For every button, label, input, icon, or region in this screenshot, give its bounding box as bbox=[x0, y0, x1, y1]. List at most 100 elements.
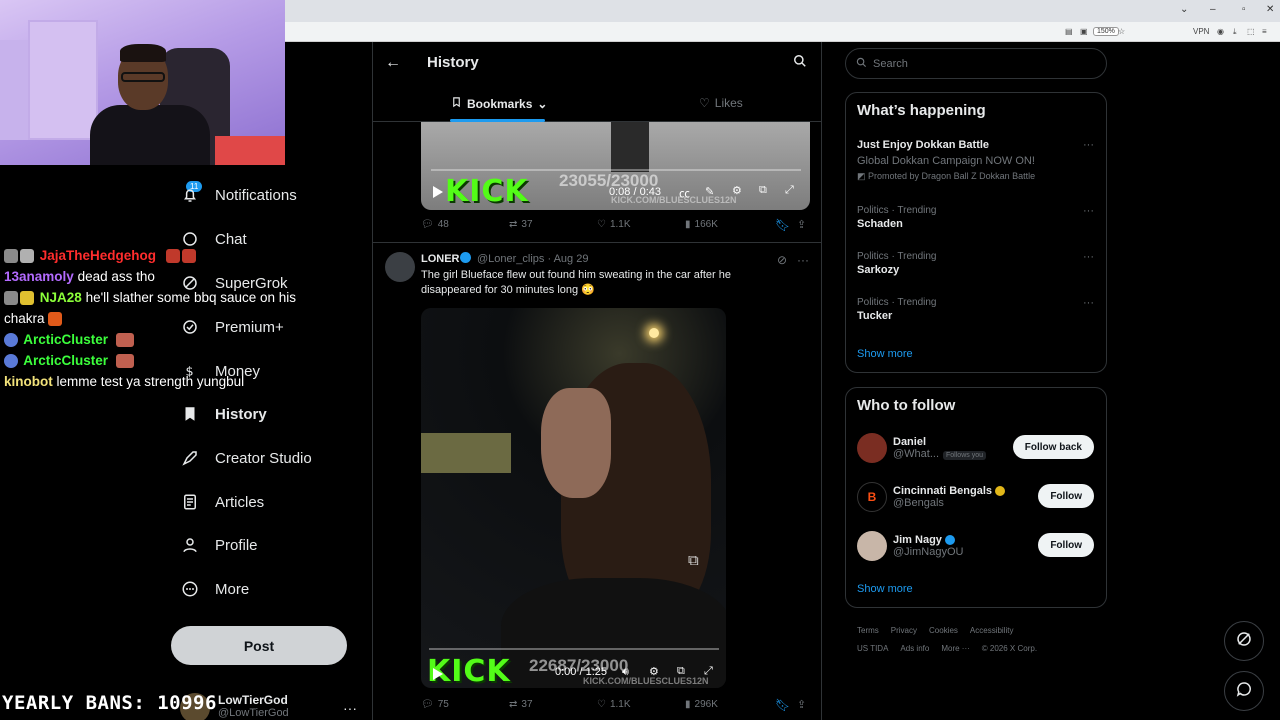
tab-list-chevron-icon[interactable]: ⌄ bbox=[1180, 4, 1188, 15]
pip-icon[interactable]: ⧉ bbox=[688, 552, 699, 569]
repost-button[interactable]: ⇄ 37 bbox=[509, 219, 533, 230]
follow-suggestion[interactable]: Jim Nagy @JimNagyOU bbox=[857, 531, 963, 561]
extensions-icon[interactable]: ⬚ bbox=[1247, 27, 1255, 36]
follow-suggestion[interactable]: B Cincinnati Bengals @Bengals bbox=[857, 482, 1006, 512]
trend-item[interactable]: Politics · Trending Tucker bbox=[857, 297, 936, 322]
reply-count: 75 bbox=[437, 699, 449, 710]
menu-icon[interactable]: ≡ bbox=[1262, 27, 1267, 36]
more-icon[interactable]: ··· bbox=[1083, 251, 1094, 263]
search-input[interactable]: Search bbox=[845, 48, 1107, 79]
share-button[interactable]: ⇪ bbox=[797, 698, 806, 711]
reply-button[interactable]: 💬︎ 75 bbox=[421, 699, 449, 710]
footer-link[interactable]: Accessibility bbox=[970, 626, 1014, 635]
show-more-link[interactable]: Show more bbox=[857, 348, 913, 360]
trend-topic: Tucker bbox=[857, 310, 893, 322]
mute-icon[interactable]: ✎ bbox=[705, 185, 714, 198]
follow-suggestion[interactable]: Daniel @What... Follows you bbox=[857, 433, 986, 463]
captions-icon[interactable]: ㏄ bbox=[679, 185, 690, 201]
footer-link[interactable]: More ··· bbox=[941, 644, 969, 653]
nav-profile[interactable]: Profile bbox=[179, 534, 258, 556]
footer-link[interactable]: US TIDA bbox=[857, 644, 888, 653]
maximize-icon[interactable]: ▫ bbox=[1242, 4, 1246, 15]
bookmark-star-icon[interactable]: ☆ bbox=[1118, 27, 1125, 36]
search-icon[interactable] bbox=[793, 54, 807, 73]
promoted-trend[interactable]: Just Enjoy Dokkan Battle Global Dokkan C… bbox=[857, 139, 1035, 182]
back-arrow-icon[interactable]: ← bbox=[385, 54, 401, 72]
more-icon[interactable]: ··· bbox=[1083, 205, 1094, 217]
nav-label: Profile bbox=[215, 536, 258, 554]
trend-item[interactable]: Politics · Trending Sarkozy bbox=[857, 251, 936, 276]
follow-back-button[interactable]: Follow back bbox=[1012, 435, 1094, 459]
account-more-icon[interactable]: ··· bbox=[343, 700, 357, 716]
play-icon[interactable] bbox=[433, 668, 443, 680]
chat-message: kinobot lemme test ya strength yungbul bbox=[4, 371, 329, 392]
follow-button[interactable]: Follow bbox=[1038, 533, 1094, 557]
volume-icon[interactable]: 🔊︎ bbox=[622, 666, 629, 679]
messages-fab-button[interactable] bbox=[1224, 671, 1264, 711]
vpn-badge[interactable]: VPN bbox=[1193, 27, 1209, 36]
bookmark-button[interactable]: 🔖︎ bbox=[775, 218, 790, 232]
tweet-video[interactable]: KICK 23055/23000 KICK.COM/BLUESCLUES12N … bbox=[421, 122, 810, 210]
pip-icon[interactable]: ⧉ bbox=[759, 184, 767, 197]
nav-history[interactable]: History bbox=[179, 403, 267, 425]
post-button[interactable]: Post bbox=[171, 626, 347, 665]
like-button[interactable]: ♡ 1.1K bbox=[597, 219, 631, 230]
tweet-author-handle[interactable]: @Loner_clips · Aug 29 bbox=[477, 253, 588, 265]
profile-icon[interactable]: ◉ bbox=[1217, 27, 1224, 36]
bell-icon bbox=[179, 184, 201, 206]
follow-button[interactable]: Follow bbox=[1038, 484, 1094, 508]
footer-link[interactable]: Cookies bbox=[929, 626, 958, 635]
kick-watermark: KICK bbox=[445, 174, 529, 209]
address-bar[interactable]: ▤ ▣ 150% ☆ VPN ◉ ⤓ ⬚ ≡ bbox=[285, 22, 1280, 42]
show-more-link[interactable]: Show more bbox=[857, 583, 913, 595]
footer-link[interactable]: Privacy bbox=[891, 626, 917, 635]
emote-icon bbox=[165, 249, 180, 264]
nav-articles[interactable]: Articles bbox=[179, 491, 264, 513]
chat-text: dead ass tho bbox=[77, 269, 155, 284]
nav-more[interactable]: More bbox=[179, 578, 249, 600]
tweet-video[interactable]: ⧉ KICK 22687/23000 KICK.COM/BLUESCLUES12… bbox=[421, 308, 726, 688]
footer-link[interactable]: Terms bbox=[857, 626, 879, 635]
download-icon[interactable]: ⤓ bbox=[1233, 27, 1237, 37]
share-button[interactable]: ⇪ bbox=[797, 218, 806, 231]
minimize-icon[interactable]: – bbox=[1210, 4, 1216, 15]
play-icon[interactable] bbox=[433, 186, 443, 198]
close-window-icon[interactable]: ✕ bbox=[1266, 4, 1274, 15]
like-button[interactable]: ♡ 1.1K bbox=[597, 699, 631, 710]
fullscreen-icon[interactable]: ⤢ bbox=[704, 665, 713, 678]
pip-icon[interactable]: ⧉ bbox=[677, 665, 685, 678]
badge-icon bbox=[4, 354, 18, 369]
more-icon[interactable]: ··· bbox=[1083, 297, 1094, 309]
more-icon[interactable]: ··· bbox=[1083, 139, 1094, 151]
tweet-author-name[interactable]: LONER bbox=[421, 253, 460, 265]
trend-item[interactable]: Politics · Trending Schaden bbox=[857, 205, 936, 230]
repost-button[interactable]: ⇄ 37 bbox=[509, 699, 533, 710]
views-button[interactable]: ▮ 296K bbox=[685, 699, 718, 710]
fullscreen-icon[interactable]: ⤢ bbox=[785, 184, 794, 197]
reader-icon[interactable]: ▤ bbox=[1065, 27, 1073, 36]
grok-fab-button[interactable] bbox=[1224, 621, 1264, 661]
share-icon: ⇪ bbox=[797, 219, 807, 231]
settings-icon[interactable]: ⚙ bbox=[649, 665, 659, 678]
nav-creator-studio[interactable]: Creator Studio bbox=[179, 447, 312, 469]
settings-icon[interactable]: ⚙ bbox=[732, 184, 742, 197]
tab-likes[interactable]: ♡ Likes bbox=[699, 96, 743, 110]
views-button[interactable]: ▮ 166K bbox=[685, 219, 718, 230]
yearly-bans-counter: YEARLY BANS: 10996 bbox=[2, 692, 217, 714]
grok-icon[interactable]: ⊘ bbox=[777, 253, 787, 267]
video-progress[interactable] bbox=[429, 648, 719, 650]
avatar[interactable] bbox=[385, 252, 415, 282]
share-icon: ⇪ bbox=[797, 699, 807, 711]
reply-icon: 💬︎ bbox=[421, 219, 434, 230]
nav-notifications[interactable]: Notifications bbox=[179, 184, 297, 206]
reply-button[interactable]: 💬︎ 48 bbox=[421, 219, 449, 230]
more-icon[interactable]: ··· bbox=[797, 253, 809, 267]
avatar bbox=[857, 531, 887, 561]
tab-bookmarks[interactable]: Bookmarks ⌄ bbox=[451, 96, 547, 111]
zoom-badge[interactable]: 150% bbox=[1093, 27, 1119, 36]
screenshot-icon[interactable]: ▣ bbox=[1080, 27, 1088, 36]
footer-link[interactable]: Ads info bbox=[900, 644, 929, 653]
chevron-down-icon: ⌄ bbox=[537, 96, 548, 111]
chat-user: 13anamoly bbox=[4, 269, 74, 284]
bookmark-button[interactable]: 🔖︎ bbox=[775, 698, 790, 712]
